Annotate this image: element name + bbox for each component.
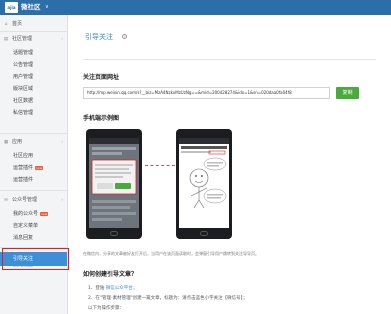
chevron-right-icon: › (61, 139, 63, 144)
home-icon: ⌂ (4, 22, 8, 27)
sidebar-group-community[interactable]: ▤ 社区管理 › (0, 33, 67, 45)
sidebar-item-users[interactable]: 用户管理 (0, 71, 67, 83)
step-2: 2、在"管理-素材管理"创建一篇文章，标题为：请点击蓝色小字关注【微信号】； (88, 295, 247, 301)
sidebar-group-label: 应用 (12, 139, 23, 145)
sidebar-group-apps[interactable]: ▦ 应用 › (0, 136, 67, 148)
sidebar-item-community-apps[interactable]: 社区应用 (0, 150, 67, 162)
help-icon[interactable]: ? (122, 34, 127, 39)
step-1: 1、登陆 微信公众平台； (88, 285, 137, 291)
sidebar-item-sections[interactable]: 版块区域 (0, 83, 67, 95)
sidebar-item-label: 运营插件 (13, 165, 34, 171)
example-caption: 在微信内，分享的文章被好友打开后，当用户在该页面读取时，会弹窗引导用户跳转到关注… (83, 251, 259, 256)
phone-example-left (86, 129, 142, 239)
sidebar-group-label: 公众号管理 (12, 197, 38, 203)
divider (83, 59, 376, 60)
sidebar-item-plugins-2[interactable]: 运营插件 (0, 174, 67, 186)
sidebar-item-custom-menu[interactable]: 自定义菜单 (0, 220, 67, 232)
sidebar-item-label: 首页 (12, 21, 23, 27)
step-tail: ； (132, 286, 138, 291)
chat-icon: ✉ (4, 198, 8, 203)
page-title: 引导关注 (85, 33, 113, 41)
divider (0, 133, 67, 134)
main-content: 引导关注 ? 关注页面网址 http://mp.weixin.qq.com/s?… (68, 15, 391, 314)
apps-icon: ▦ (3, 140, 9, 145)
phone-screenshot-left (89, 138, 139, 228)
folder-icon: ▤ (3, 37, 9, 42)
chevron-down-icon[interactable]: ∨ (45, 4, 49, 10)
sidebar-item-messages[interactable]: 私信管理 (0, 107, 67, 119)
phone-screen (179, 138, 229, 228)
home-button-icon (200, 231, 208, 236)
phone-example-right (176, 129, 232, 239)
sidebar-item-plugins[interactable]: 运营插件 new (0, 162, 67, 174)
flow-arrow (145, 165, 175, 166)
phone-screenshot-right (179, 138, 229, 228)
wechat-platform-link[interactable]: 微信公众平台 (106, 286, 133, 291)
divider (0, 31, 67, 32)
step-note: 以下为操作步骤： (88, 305, 124, 311)
sidebar-item-community-data[interactable]: 社区数据 (0, 95, 67, 107)
new-badge: new (35, 165, 44, 170)
home-button-icon (110, 231, 118, 236)
chevron-right-icon: › (61, 197, 63, 202)
copy-button[interactable]: 复制 (336, 87, 359, 99)
app-logo[interactable]: ajia (5, 2, 18, 13)
phone-screen (89, 138, 139, 228)
step-text: 在"管理-素材管理"创建一篇文章，标题为：请点击蓝色小字关注【微信号】； (95, 296, 248, 301)
example-section-title: 手机端示例图 (83, 115, 120, 122)
step-text: 以下为操作步骤： (88, 306, 124, 311)
step-text: 登陆 (95, 286, 105, 291)
follow-url-field[interactable]: http://mp.weixin.qq.com/s?__biz=MzA4Nzkx… (83, 87, 330, 99)
howto-title: 如何创建引导文章？ (83, 271, 138, 278)
highlight-frame (2, 248, 69, 270)
divider (0, 190, 67, 191)
top-bar: ajia 微社区 ∨ (0, 0, 391, 15)
sidebar-item-auto-reply[interactable]: 消息回复 (0, 232, 67, 244)
app-brand[interactable]: 微社区 (21, 0, 41, 15)
url-section-title: 关注页面网址 (83, 74, 120, 81)
chevron-right-icon: › (61, 36, 63, 41)
sidebar-item-my-account[interactable]: 我的公众号 new (0, 208, 67, 220)
sidebar-group-official-account[interactable]: ✉ 公众号管理 › (0, 194, 67, 206)
sidebar-group-label: 社区管理 (12, 36, 33, 42)
sidebar-item-announcements[interactable]: 公告管理 (0, 59, 67, 71)
new-badge: new (40, 211, 49, 216)
sidebar-item-label: 我的公众号 (13, 211, 39, 217)
sidebar-item-topics[interactable]: 话题管理 (0, 47, 67, 59)
sidebar-item-home[interactable]: ⌂ 首页 (0, 18, 67, 30)
